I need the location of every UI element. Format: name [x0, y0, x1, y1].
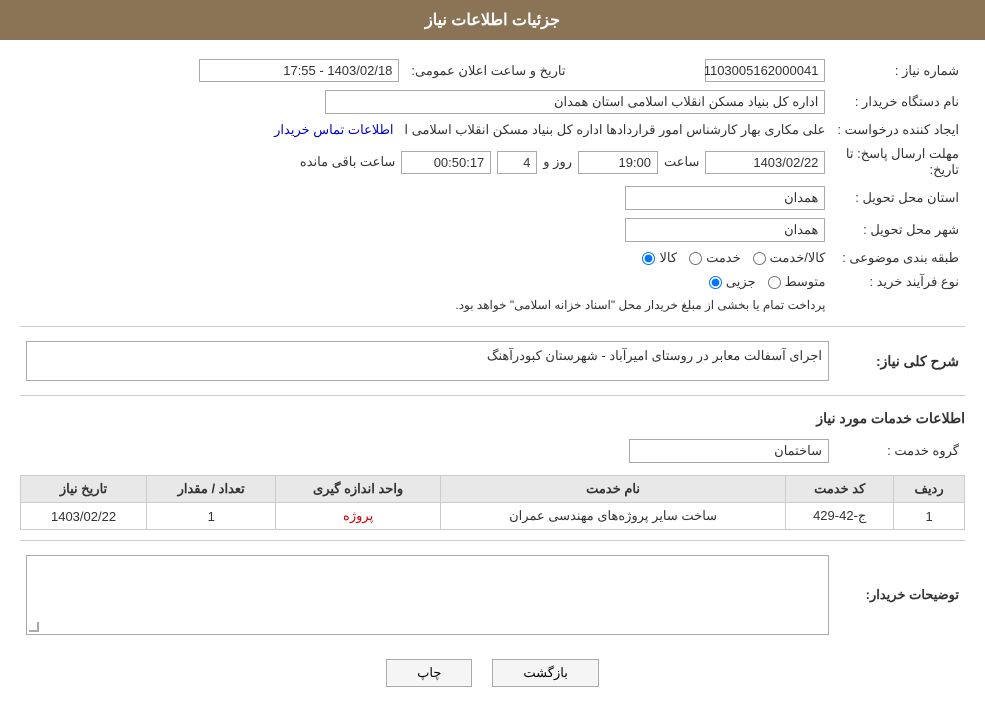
table-row: 1 ج-42-429 ساخت سایر پروژه‌های مهندسی عم… — [21, 503, 965, 530]
divider-1 — [20, 326, 965, 327]
divider-3 — [20, 540, 965, 541]
col-count: تعداد / مقدار — [147, 476, 276, 503]
general-desc-input: اجرای آسفالت معابر در روستای امیرآباد - … — [26, 341, 829, 381]
province-label: استان محل تحویل : — [831, 182, 965, 214]
radio-motevaset[interactable] — [768, 276, 781, 289]
purchase-type-label: نوع فرآیند خرید : — [831, 270, 965, 294]
services-section-title: اطلاعات خدمات مورد نیاز — [20, 410, 965, 427]
cell-row: 1 — [894, 503, 965, 530]
buyer-desc-box — [26, 555, 829, 635]
info-table: شماره نیاز : 1103005162000041 تاریخ و سا… — [20, 55, 965, 316]
service-group-value: ساختمان — [20, 435, 835, 467]
print-button[interactable]: چاپ — [386, 659, 472, 687]
buyer-org-label: نام دستگاه خریدار : — [831, 86, 965, 118]
time-label: ساعت — [664, 154, 699, 170]
buyer-org-input: اداره کل بنیاد مسکن انقلاب اسلامی استان … — [325, 90, 825, 114]
remaining-label: ساعت باقی مانده — [300, 154, 395, 170]
back-button[interactable]: بازگشت — [492, 659, 598, 687]
radio-jozvi[interactable] — [709, 276, 722, 289]
purchase-type-value: متوسط جزیی — [20, 270, 831, 294]
purchase-note: پرداخت تمام یا بخشی از مبلغ خریدار محل "… — [20, 294, 831, 316]
deadline-date-input: 1403/02/22 — [705, 151, 825, 174]
radio-kala-khedmat-item: کالا/خدمت — [753, 250, 826, 266]
province-input: همدان — [625, 186, 825, 210]
radio-kala[interactable] — [642, 252, 655, 265]
radio-khedmat-label: خدمت — [706, 250, 741, 266]
buyer-desc-table: توضیحات خریدار: — [20, 551, 965, 639]
buyer-desc-container — [20, 551, 835, 639]
province-value: همدان — [20, 182, 831, 214]
city-input: همدان — [625, 218, 825, 242]
buyer-org-value: اداره کل بنیاد مسکن انقلاب اسلامی استان … — [20, 86, 831, 118]
requester-value: علی مکاری بهار کارشناس امور قراردادها اد… — [20, 118, 831, 142]
days-input: 4 — [497, 151, 537, 174]
col-code: کد خدمت — [786, 476, 894, 503]
col-date: تاریخ نیاز — [21, 476, 147, 503]
services-table: ردیف کد خدمت نام خدمت واحد اندازه گیری ت… — [20, 475, 965, 530]
general-desc-value: اجرای آسفالت معابر در روستای امیرآباد - … — [20, 337, 835, 385]
public-announce-label: تاریخ و ساعت اعلان عمومی: — [405, 55, 571, 86]
deadline-label: مهلت ارسال پاسخ: تا تاریخ: — [831, 142, 965, 182]
col-name: نام خدمت — [440, 476, 785, 503]
category-label: طبقه بندی موضوعی : — [831, 246, 965, 270]
buttons-row: بازگشت چاپ — [20, 659, 965, 687]
cell-count: 1 — [147, 503, 276, 530]
radio-jozvi-label: جزیی — [726, 274, 756, 290]
need-number-value: 1103005162000041 — [591, 55, 831, 86]
service-group-input: ساختمان — [629, 439, 829, 463]
deadline-row: 1403/02/22 ساعت 19:00 روز و 4 00:5 — [20, 142, 831, 182]
category-value: کالا/خدمت خدمت کالا — [20, 246, 831, 270]
need-number-input: 1103005162000041 — [705, 59, 825, 82]
radio-kala-khedmat-label: کالا/خدمت — [770, 250, 826, 266]
city-value: همدان — [20, 214, 831, 246]
service-group-table: گروه خدمت : ساختمان — [20, 435, 965, 467]
radio-khedmat[interactable] — [689, 252, 702, 265]
requester-label: ایجاد کننده درخواست : — [831, 118, 965, 142]
page-title: جزئیات اطلاعات نیاز — [425, 12, 560, 29]
deadline-time-input: 19:00 — [578, 151, 658, 174]
city-label: شهر محل تحویل : — [831, 214, 965, 246]
radio-kala-item: کالا — [642, 250, 677, 266]
days-label: روز و — [543, 154, 572, 170]
radio-jozvi-item: جزیی — [709, 274, 756, 290]
public-announce-value: 1403/02/18 - 17:55 — [20, 55, 405, 86]
col-unit: واحد اندازه گیری — [276, 476, 441, 503]
buyer-desc-label: توضیحات خریدار: — [835, 551, 965, 639]
cell-date: 1403/02/22 — [21, 503, 147, 530]
radio-kala-khedmat[interactable] — [753, 252, 766, 265]
divider-2 — [20, 395, 965, 396]
need-number-label: شماره نیاز : — [831, 55, 965, 86]
radio-khedmat-item: خدمت — [689, 250, 741, 266]
radio-kala-label: کالا — [659, 250, 677, 266]
resize-handle[interactable] — [29, 622, 39, 632]
cell-code: ج-42-429 — [786, 503, 894, 530]
radio-motevaset-label: متوسط — [785, 274, 826, 290]
general-desc-label: شرح کلی نیاز: — [835, 337, 965, 385]
general-desc-table: شرح کلی نیاز: اجرای آسفالت معابر در روست… — [20, 337, 965, 385]
radio-motevaset-item: متوسط — [768, 274, 826, 290]
cell-unit: پروژه — [276, 503, 441, 530]
service-group-label: گروه خدمت : — [835, 435, 965, 467]
requester-link[interactable]: اطلاعات تماس خریدار — [274, 122, 393, 137]
public-announce-input: 1403/02/18 - 17:55 — [199, 59, 399, 82]
remaining-time-input: 00:50:17 — [401, 151, 491, 174]
page-header: جزئیات اطلاعات نیاز — [0, 0, 985, 40]
cell-name: ساخت سایر پروژه‌های مهندسی عمران — [440, 503, 785, 530]
col-row: ردیف — [894, 476, 965, 503]
